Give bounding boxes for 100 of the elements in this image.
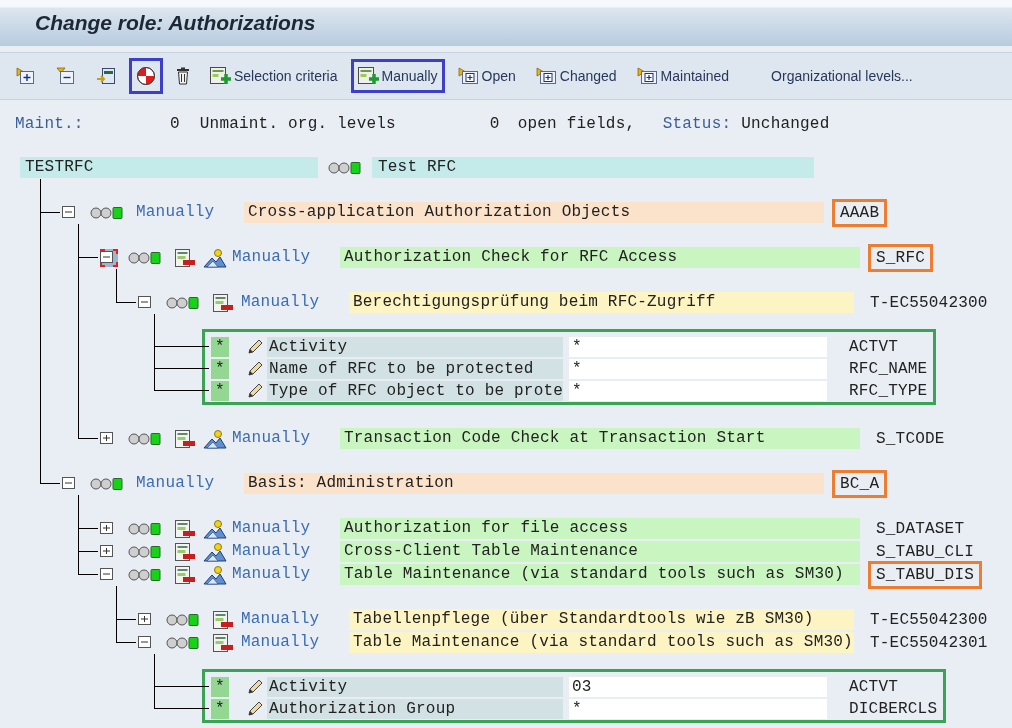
node-description: Authorization for file access bbox=[340, 518, 860, 539]
traffic-light-icon bbox=[328, 160, 364, 175]
toolbar-button[interactable]: Maintained bbox=[629, 59, 737, 93]
open-field-count: 0 bbox=[489, 114, 500, 133]
traffic-light-icon bbox=[128, 544, 164, 559]
node-description: Transaction Code Check at Transaction Start bbox=[340, 428, 860, 449]
tree-connector bbox=[78, 540, 98, 552]
tree-connector bbox=[116, 269, 136, 303]
traffic-light-icon bbox=[128, 250, 164, 265]
org-level-count: 0 bbox=[170, 114, 180, 133]
pencil-icon bbox=[247, 339, 263, 355]
value-field[interactable]: * bbox=[569, 359, 827, 379]
origin-label: Manually bbox=[241, 632, 321, 653]
field-name: ACTVT bbox=[849, 337, 898, 357]
toolbar-button[interactable]: Manually bbox=[350, 59, 445, 93]
node-description: Table Maintenance (via standard tools such as SM30) bbox=[349, 632, 854, 653]
role-name: TESTRFC bbox=[20, 157, 318, 178]
expand-icon bbox=[457, 67, 480, 85]
technical-name: S_TABU_DIS bbox=[868, 560, 982, 589]
role-description: Test RFC bbox=[372, 157, 814, 178]
field-label: Name of RFC to be protected bbox=[267, 359, 563, 379]
traffic-light-icon bbox=[128, 567, 164, 582]
window-title: Change role: Authorizations bbox=[35, 11, 316, 35]
expand-icon bbox=[636, 67, 659, 85]
tree-connector bbox=[78, 495, 98, 529]
toolbar-button[interactable]: Open bbox=[450, 59, 523, 93]
form-icon bbox=[174, 428, 196, 449]
pencil-icon bbox=[247, 361, 263, 377]
technical-name: BC_A bbox=[832, 469, 888, 498]
field-name: RFC_TYPE bbox=[849, 381, 928, 401]
tree-connector bbox=[78, 224, 98, 258]
field-label: Type of RFC object to be prote bbox=[267, 381, 563, 401]
node-description: Basis: Administration bbox=[244, 473, 824, 494]
status-label: Status: bbox=[662, 114, 732, 133]
technical-name: AAAB bbox=[832, 198, 888, 227]
technical-name: S_TABU_CLI bbox=[875, 541, 975, 563]
mountain-icon bbox=[203, 564, 227, 585]
value-field[interactable]: * bbox=[569, 337, 827, 357]
field-status: * bbox=[211, 677, 229, 697]
origin-label: Manually bbox=[232, 428, 312, 449]
origin-label: Manually bbox=[232, 247, 312, 268]
technical-name: T-EC55042301 bbox=[869, 632, 989, 654]
node-toggle[interactable] bbox=[100, 248, 118, 267]
toolbar-button[interactable] bbox=[129, 58, 163, 94]
mountain-icon bbox=[203, 247, 227, 268]
expand-icon bbox=[535, 67, 558, 85]
org-level-text: Unmaint. org. levels bbox=[199, 114, 397, 133]
technical-name: T-EC55042300 bbox=[869, 292, 989, 314]
origin-label: Manually bbox=[232, 564, 312, 585]
node-description: Cross-application Authorization Objects bbox=[244, 202, 824, 223]
toolbar-button[interactable]: Selection criteria bbox=[203, 59, 345, 93]
form-icon bbox=[174, 518, 196, 539]
origin-label: Manually bbox=[136, 473, 216, 494]
traffic-light-icon bbox=[128, 521, 164, 536]
toolbar-button[interactable]: Changed bbox=[528, 59, 624, 93]
tree-connector bbox=[40, 450, 60, 484]
form-icon bbox=[212, 609, 234, 630]
mountain-icon bbox=[203, 541, 227, 562]
tree-connector bbox=[78, 405, 98, 439]
toolbar-button[interactable]: Organizational levels... bbox=[764, 60, 920, 92]
field-name: RFC_NAME bbox=[849, 359, 928, 379]
form-icon bbox=[174, 564, 196, 585]
technical-name: S_DATASET bbox=[875, 518, 966, 540]
maint-label: Maint.: bbox=[15, 114, 85, 133]
value-field[interactable]: * bbox=[569, 381, 827, 401]
field-name: DICBERCLS bbox=[849, 699, 938, 719]
technical-name: T-EC55042300 bbox=[869, 609, 989, 631]
field-label: Activity bbox=[267, 337, 563, 357]
segmented-circle-icon bbox=[136, 66, 156, 86]
node-description: Table Maintenance (via standard tools such as SM30) bbox=[340, 564, 860, 585]
node-description: Cross-Client Table Maintenance bbox=[340, 541, 860, 562]
origin-label: Manually bbox=[232, 518, 312, 539]
traffic-light-icon bbox=[166, 635, 202, 650]
field-label: Activity bbox=[267, 677, 563, 697]
form-icon bbox=[174, 247, 196, 268]
pencil-icon bbox=[247, 679, 263, 695]
form-icon bbox=[212, 292, 234, 313]
field-label: Authorization Group bbox=[267, 699, 563, 719]
document-arrow-icon bbox=[96, 67, 116, 85]
traffic-light-icon bbox=[128, 431, 164, 446]
open-field-text: open fields, bbox=[517, 114, 637, 133]
pencil-icon bbox=[247, 383, 263, 399]
field-status: * bbox=[211, 381, 229, 401]
field-name: ACTVT bbox=[849, 677, 898, 697]
tree-connector bbox=[116, 631, 136, 643]
value-field[interactable]: * bbox=[569, 699, 827, 719]
traffic-light-icon bbox=[166, 295, 202, 310]
tree-connector bbox=[78, 563, 98, 575]
origin-label: Manually bbox=[241, 292, 321, 313]
value-field[interactable]: 03 bbox=[569, 677, 827, 697]
traffic-light-icon bbox=[90, 476, 126, 491]
traffic-light-icon bbox=[166, 612, 202, 627]
tree-connector bbox=[116, 586, 136, 620]
pencil-icon bbox=[247, 701, 263, 717]
node-description: Tabellenpflege (über Standardtools wie zB SM30) bbox=[349, 609, 854, 630]
mountain-icon bbox=[203, 428, 227, 449]
node-description: Berechtigungsprüfung beim RFC-Zugriff bbox=[349, 292, 854, 313]
origin-label: Manually bbox=[136, 202, 216, 223]
status-value: Unchanged bbox=[741, 114, 830, 133]
origin-label: Manually bbox=[232, 541, 312, 562]
